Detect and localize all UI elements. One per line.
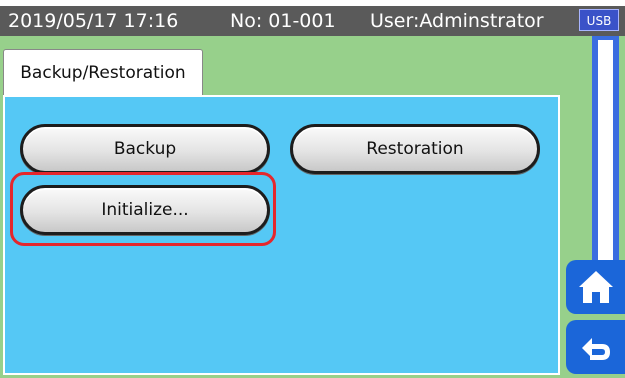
status-bar: 2019/05/17 17:16 No: 01-001 User:Adminst… xyxy=(0,6,625,36)
restoration-button[interactable]: Restoration xyxy=(290,124,540,174)
return-icon xyxy=(581,338,610,360)
tab-backup-restoration[interactable]: Backup/Restoration xyxy=(3,49,203,95)
usb-badge: USB xyxy=(579,9,619,31)
home-icon xyxy=(578,271,613,303)
status-user: User:Adminstrator xyxy=(370,10,544,32)
home-button[interactable] xyxy=(566,260,625,314)
initialize-button[interactable]: Initialize... xyxy=(20,185,270,235)
status-datetime: 2019/05/17 17:16 xyxy=(8,10,179,32)
status-number: No: 01-001 xyxy=(230,10,336,32)
return-button[interactable] xyxy=(566,320,625,374)
backup-button[interactable]: Backup xyxy=(20,124,270,174)
